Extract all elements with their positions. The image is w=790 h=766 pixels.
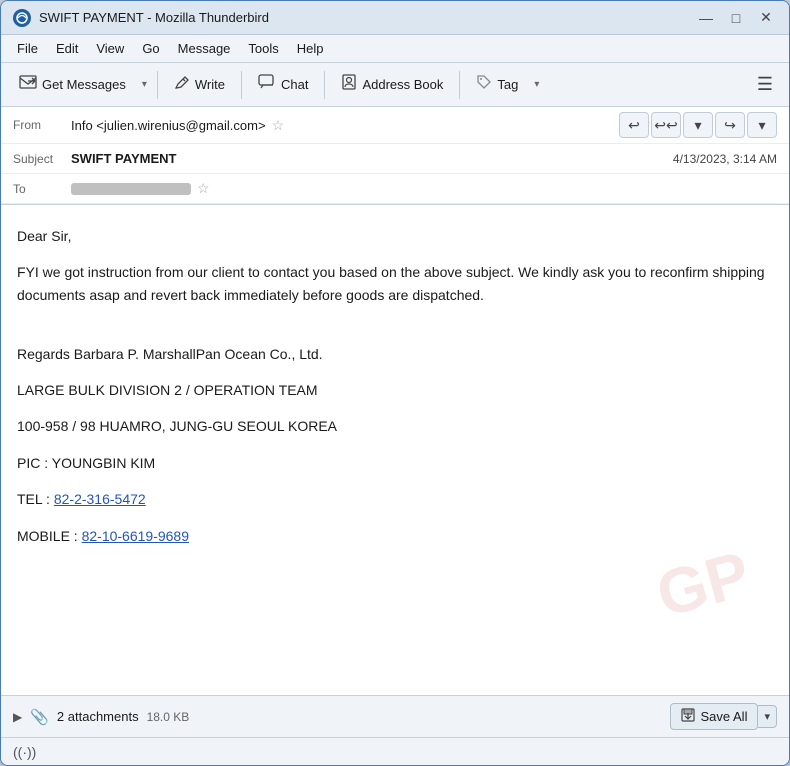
- address-book-label: Address Book: [362, 77, 443, 92]
- menu-bar: File Edit View Go Message Tools Help: [1, 35, 789, 63]
- menu-view[interactable]: View: [88, 38, 132, 59]
- tag-label: Tag: [497, 77, 518, 92]
- window-title: SWIFT PAYMENT - Mozilla Thunderbird: [39, 10, 269, 25]
- from-star-icon[interactable]: ☆: [272, 117, 285, 134]
- get-messages-icon: [19, 74, 37, 95]
- menu-file[interactable]: File: [9, 38, 46, 59]
- to-label: To: [13, 182, 71, 196]
- tag-dropdown[interactable]: ▾: [530, 74, 543, 95]
- from-label: From: [13, 118, 71, 132]
- forward-dropdown-button[interactable]: ▾: [747, 112, 777, 138]
- toolbar-sep-4: [459, 71, 460, 99]
- paperclip-icon: 📎: [30, 708, 49, 726]
- address-book-button[interactable]: Address Book: [331, 69, 453, 100]
- subject-value: SWIFT PAYMENT: [71, 151, 673, 166]
- signature-line-2: LARGE BULK DIVISION 2 / OPERATION TEAM: [17, 379, 773, 401]
- main-window: SWIFT PAYMENT - Mozilla Thunderbird — □ …: [0, 0, 790, 766]
- maximize-button[interactable]: □: [725, 7, 747, 29]
- chat-button[interactable]: Chat: [248, 69, 318, 100]
- reply-button[interactable]: ↩: [619, 112, 649, 138]
- attachments-count: 2 attachments: [57, 709, 139, 724]
- body-paragraph: FYI we got instruction from our client t…: [17, 261, 773, 306]
- toolbar-sep-1: [157, 71, 158, 99]
- thunderbird-icon: [13, 9, 31, 27]
- from-address: Info <julien.wirenius@gmail.com>: [71, 118, 266, 133]
- hamburger-menu-button[interactable]: ☰: [749, 69, 781, 100]
- nav-actions: ↩ ↩↩ ▾ ↪ ▾: [619, 112, 777, 138]
- menu-go[interactable]: Go: [134, 38, 167, 59]
- from-row: From Info <julien.wirenius@gmail.com> ☆ …: [1, 107, 789, 144]
- to-row: To ☆: [1, 174, 789, 204]
- menu-tools[interactable]: Tools: [240, 38, 286, 59]
- to-star-icon[interactable]: ☆: [197, 180, 210, 197]
- subject-label: Subject: [13, 152, 71, 166]
- email-body-text: Dear Sir, FYI we got instruction from ou…: [17, 225, 773, 547]
- title-bar-left: SWIFT PAYMENT - Mozilla Thunderbird: [13, 9, 269, 27]
- connection-status-icon: ((·)): [13, 744, 36, 760]
- from-value: Info <julien.wirenius@gmail.com> ☆: [71, 117, 619, 134]
- get-messages-label: Get Messages: [42, 77, 126, 92]
- save-all-dropdown[interactable]: ▾: [758, 705, 777, 728]
- tel-link[interactable]: 82-2-316-5472: [54, 491, 146, 507]
- attachments-bar: ▶ 📎 2 attachments 18.0 KB Save All ▾: [1, 695, 789, 737]
- tag-button[interactable]: Tag: [466, 69, 528, 100]
- get-messages-button[interactable]: Get Messages: [9, 69, 136, 100]
- menu-message[interactable]: Message: [170, 38, 239, 59]
- toolbar-sep-2: [241, 71, 242, 99]
- subject-text: SWIFT PAYMENT: [71, 151, 176, 166]
- signature-mobile: MOBILE : 82-10-6619-9689: [17, 525, 773, 547]
- title-bar-controls: — □ ✕: [695, 7, 777, 29]
- to-address-blurred: [71, 183, 191, 195]
- tag-icon: [476, 74, 492, 95]
- attachments-size: 18.0 KB: [147, 710, 190, 724]
- close-button[interactable]: ✕: [755, 7, 777, 29]
- greeting: Dear Sir,: [17, 225, 773, 247]
- menu-edit[interactable]: Edit: [48, 38, 86, 59]
- subject-row: Subject SWIFT PAYMENT 4/13/2023, 3:14 AM: [1, 144, 789, 174]
- status-bar: ((·)): [1, 737, 789, 765]
- email-header: From Info <julien.wirenius@gmail.com> ☆ …: [1, 107, 789, 205]
- toolbar-sep-3: [324, 71, 325, 99]
- expand-attachments-button[interactable]: ▶: [13, 710, 22, 724]
- signature-line-3: 100-958 / 98 HUAMRO, JUNG-GU SEOUL KOREA: [17, 415, 773, 437]
- chat-label: Chat: [281, 77, 308, 92]
- save-icon: [681, 708, 695, 725]
- write-button[interactable]: Write: [164, 69, 235, 100]
- signature-tel: TEL : 82-2-316-5472: [17, 488, 773, 510]
- to-value: ☆: [71, 180, 777, 197]
- toolbar: Get Messages ▾ Write Chat: [1, 63, 789, 107]
- save-all-label: Save All: [700, 709, 747, 724]
- mobile-link[interactable]: 82-10-6619-9689: [82, 528, 189, 544]
- minimize-button[interactable]: —: [695, 7, 717, 29]
- title-bar: SWIFT PAYMENT - Mozilla Thunderbird — □ …: [1, 1, 789, 35]
- menu-help[interactable]: Help: [289, 38, 332, 59]
- address-book-icon: [341, 74, 357, 95]
- attachments-left: ▶ 📎 2 attachments 18.0 KB: [13, 708, 189, 726]
- email-body: Dear Sir, FYI we got instruction from ou…: [1, 205, 789, 695]
- signature-line-1: Regards Barbara P. MarshallPan Ocean Co.…: [17, 343, 773, 365]
- forward-button[interactable]: ↪: [715, 112, 745, 138]
- get-messages-dropdown[interactable]: ▾: [138, 74, 151, 95]
- signature-line-4: PIC : YOUNGBIN KIM: [17, 452, 773, 474]
- reply-all-button[interactable]: ↩↩: [651, 112, 681, 138]
- save-all-group: Save All ▾: [670, 703, 777, 730]
- nav-dropdown-button[interactable]: ▾: [683, 112, 713, 138]
- write-icon: [174, 74, 190, 95]
- date-value: 4/13/2023, 3:14 AM: [673, 152, 777, 166]
- write-label: Write: [195, 77, 225, 92]
- save-all-button[interactable]: Save All: [670, 703, 758, 730]
- chat-icon: [258, 74, 276, 95]
